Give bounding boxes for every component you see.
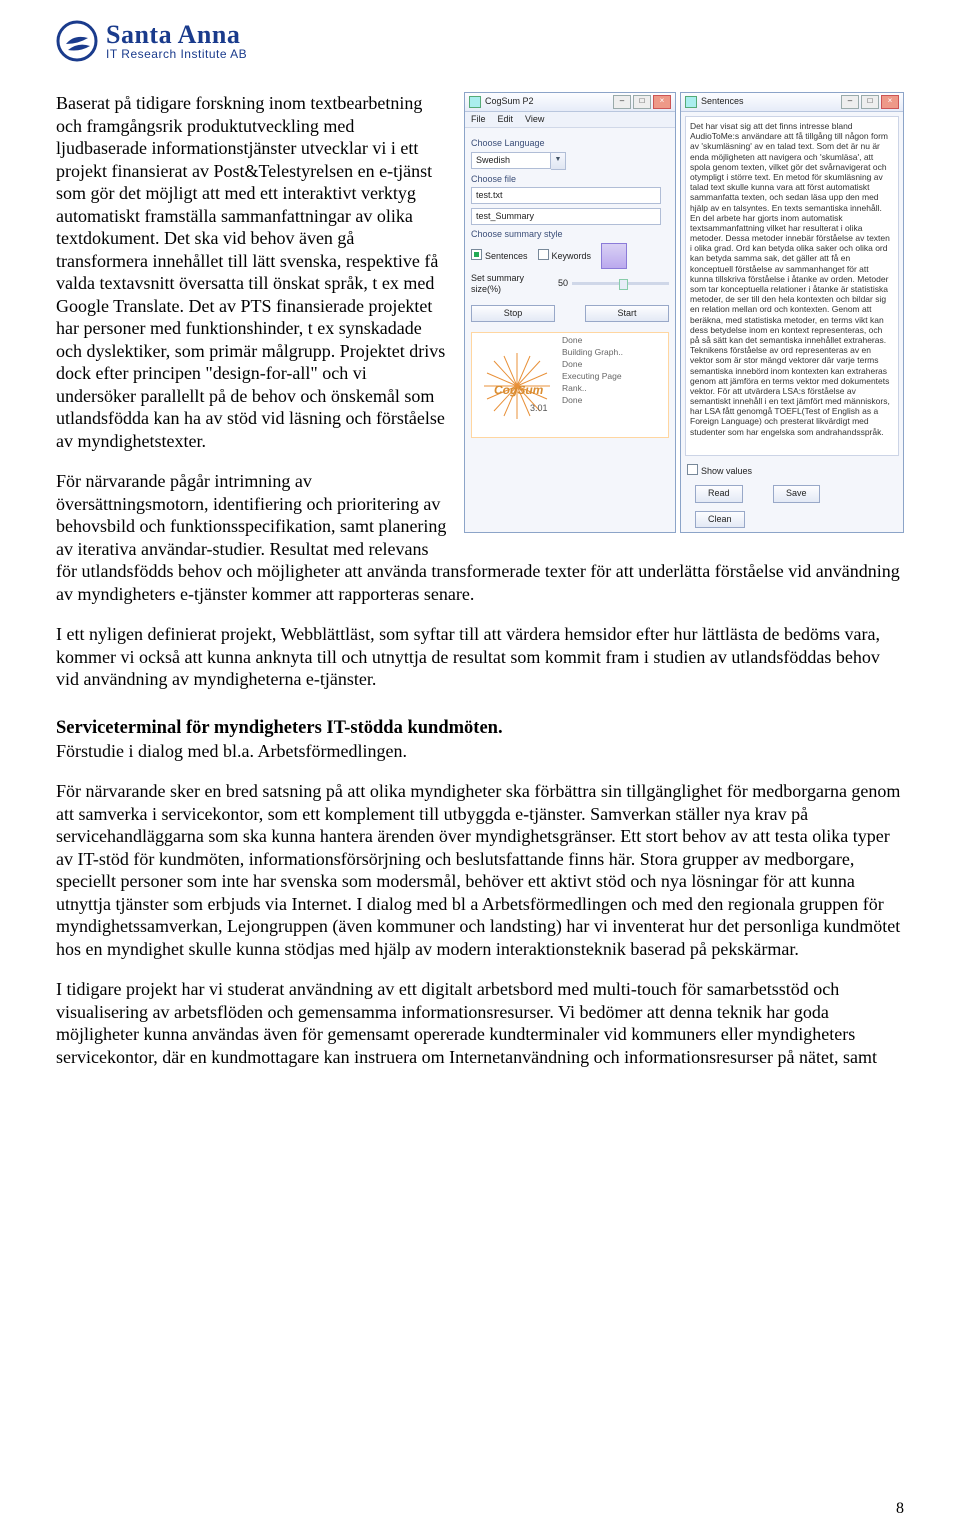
start-button[interactable]: Start bbox=[585, 305, 669, 322]
app-screenshot: CogSum P2 – □ × File Edit View bbox=[464, 92, 904, 533]
menu-bar: File Edit View bbox=[465, 112, 675, 128]
status-line: Executing Page bbox=[562, 371, 623, 383]
minimize-button[interactable]: – bbox=[613, 95, 631, 109]
close-button[interactable]: × bbox=[881, 95, 899, 109]
read-button[interactable]: Read bbox=[695, 485, 743, 502]
sentences-checkbox[interactable]: Sentences bbox=[471, 249, 528, 262]
maximize-button[interactable]: □ bbox=[633, 95, 651, 109]
status-line: Done bbox=[562, 359, 623, 371]
file-field-2[interactable]: test_Summary bbox=[471, 208, 661, 225]
status-box: CogSum Done Building Graph.. Done Execut… bbox=[471, 332, 669, 438]
app-icon bbox=[469, 96, 481, 108]
language-combo[interactable]: Swedish bbox=[471, 152, 551, 169]
cogsum-brand: CogSum bbox=[494, 383, 543, 398]
status-line: Building Graph.. bbox=[562, 347, 623, 359]
close-button[interactable]: × bbox=[653, 95, 671, 109]
sentences-window: Sentences – □ × Det har visat sig att de… bbox=[680, 92, 904, 533]
section-subtitle: Förstudie i dialog med bl.a. Arbetsförme… bbox=[56, 740, 904, 763]
menu-view[interactable]: View bbox=[525, 114, 544, 125]
sentences-body: Det har visat sig att det finns intresse… bbox=[685, 116, 899, 456]
logo-line2: IT Research Institute AB bbox=[106, 48, 247, 60]
file-field-1[interactable]: test.txt bbox=[471, 187, 661, 204]
cogsum-window: CogSum P2 – □ × File Edit View bbox=[464, 92, 676, 533]
clean-button[interactable]: Clean bbox=[695, 511, 745, 528]
choose-file-label: Choose file bbox=[471, 174, 669, 185]
sentences-titlebar: Sentences – □ × bbox=[681, 93, 903, 112]
paragraph-3: I ett nyligen definierat projekt, Webblä… bbox=[56, 623, 904, 691]
summary-size-slider[interactable] bbox=[572, 282, 669, 285]
version: 3.01 bbox=[530, 403, 548, 414]
chevron-down-icon[interactable]: ▼ bbox=[551, 152, 566, 170]
summary-style-label: Choose summary style bbox=[471, 229, 669, 240]
logo-line1: Santa Anna bbox=[106, 22, 247, 48]
status-line: Rank.. bbox=[562, 383, 623, 395]
maximize-button[interactable]: □ bbox=[861, 95, 879, 109]
paragraph-5: I tidigare projekt har vi studerat använ… bbox=[56, 978, 904, 1068]
save-button[interactable]: Save bbox=[773, 485, 820, 502]
paragraph-4: För närvarande sker en bred satsning på … bbox=[56, 780, 904, 960]
section-title: Serviceterminal för myndigheters IT-stöd… bbox=[56, 717, 904, 740]
show-values-checkbox[interactable]: Show values bbox=[687, 466, 752, 476]
status-line: Done bbox=[562, 335, 623, 347]
logo: Santa Anna IT Research Institute AB bbox=[56, 20, 904, 62]
logo-mark-icon bbox=[56, 20, 98, 62]
style-preview-icon bbox=[601, 243, 627, 269]
cogsum-titlebar: CogSum P2 – □ × bbox=[465, 93, 675, 112]
keywords-checkbox[interactable]: Keywords bbox=[538, 249, 592, 262]
choose-language-label: Choose Language bbox=[471, 138, 669, 149]
app-icon bbox=[685, 96, 697, 108]
page-number: 8 bbox=[896, 1499, 904, 1519]
menu-edit[interactable]: Edit bbox=[498, 114, 514, 125]
minimize-button[interactable]: – bbox=[841, 95, 859, 109]
cogsum-title: CogSum P2 bbox=[485, 96, 534, 107]
slider-value: 50 bbox=[558, 278, 568, 289]
slider-label: Set summary size(%) bbox=[471, 273, 554, 296]
stop-button[interactable]: Stop bbox=[471, 305, 555, 322]
sentences-title: Sentences bbox=[701, 96, 744, 107]
status-line: Done bbox=[562, 395, 623, 407]
menu-file[interactable]: File bbox=[471, 114, 486, 125]
